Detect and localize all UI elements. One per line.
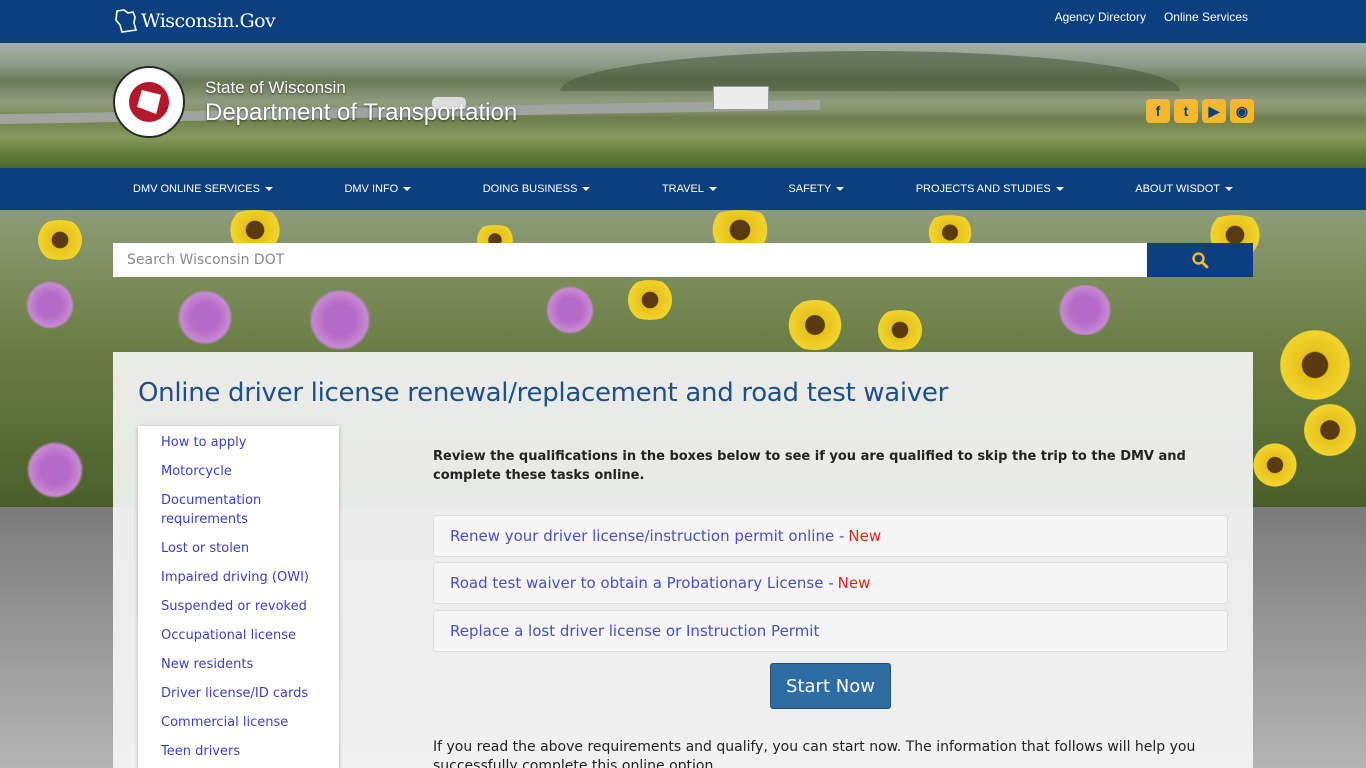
header-photo-truck (713, 86, 769, 110)
agency-directory-link[interactable]: Agency Directory (1055, 10, 1146, 24)
flower (1270, 330, 1360, 400)
top-bar: Wisconsin.Gov Agency Directory Online Se… (0, 0, 1366, 43)
new-badge: New (848, 527, 882, 545)
sidenav-suspended-or-revoked[interactable]: Suspended or revoked (161, 597, 339, 616)
accordion-label: Road test waiver to obtain a Probationar… (450, 574, 834, 592)
wisdot-seal-logo[interactable] (113, 66, 185, 138)
side-navigation: How to apply Motorcycle Documentation re… (138, 426, 339, 768)
flower (30, 220, 90, 260)
twitter-icon[interactable]: t (1174, 99, 1198, 123)
podcast-icon[interactable]: ◉ (1230, 99, 1254, 123)
nav-label: TRAVEL (661, 183, 704, 195)
nav-label: DMV INFO (344, 183, 399, 195)
nav-dmv-info[interactable]: DMV INFO (344, 183, 412, 195)
sidenav-occupational-license[interactable]: Occupational license (161, 626, 339, 645)
youtube-icon[interactable]: ▶ (1202, 99, 1226, 123)
top-links: Agency Directory Online Services (1055, 10, 1248, 24)
outro-text: If you read the above requirements and q… (433, 739, 1196, 768)
sidenav-commercial-license[interactable]: Commercial license (161, 713, 339, 732)
caret-down-icon (1225, 187, 1233, 191)
accordion-label: Renew your driver license/instruction pe… (450, 527, 845, 545)
caret-down-icon (708, 187, 717, 191)
caret-down-icon (1055, 187, 1064, 191)
nav-dmv-online-services[interactable]: DMV ONLINE SERVICES (133, 183, 273, 195)
accordion-replace-lost-license[interactable]: Replace a lost driver license or Instruc… (433, 610, 1228, 652)
flower (300, 290, 380, 350)
nav-label: PROJECTS AND STUDIES (915, 183, 1051, 195)
sidenav-teen-drivers[interactable]: Teen drivers (161, 742, 339, 761)
intro-text: Review the qualifications in the boxes b… (433, 449, 1186, 483)
accordion-label: Replace a lost driver license or Instruc… (450, 622, 820, 640)
page-title: Online driver license renewal/replacemen… (138, 378, 948, 408)
sidenav-how-to-apply[interactable]: How to apply (161, 433, 339, 452)
nav-about-wisdot[interactable]: ABOUT WISDOT (1135, 183, 1233, 195)
flower (20, 280, 80, 330)
accordion-renew-license[interactable]: Renew your driver license/instruction pe… (433, 515, 1228, 557)
flower (20, 440, 90, 500)
nav-travel[interactable]: TRAVEL (662, 183, 717, 195)
accordion-road-test-waiver[interactable]: Road test waiver to obtain a Probationar… (433, 562, 1228, 604)
sidenav-new-residents[interactable]: New residents (161, 655, 339, 674)
caret-down-icon (836, 187, 845, 191)
main-content: Online driver license renewal/replacemen… (113, 352, 1253, 768)
nav-doing-business[interactable]: DOING BUSINESS (483, 183, 591, 195)
online-services-link[interactable]: Online Services (1164, 10, 1248, 24)
flower (1050, 285, 1120, 335)
search-bar (113, 243, 1253, 277)
sidenav-driver-license-id-cards[interactable]: Driver license/ID cards (161, 684, 339, 703)
sidenav-lost-or-stolen[interactable]: Lost or stolen (161, 539, 339, 558)
wisconsin-gov-text: Wisconsin.Gov (141, 10, 276, 32)
caret-down-icon (582, 187, 591, 191)
flower (540, 285, 600, 335)
flower (1250, 440, 1300, 490)
search-button[interactable] (1147, 243, 1253, 277)
search-input[interactable] (113, 243, 1147, 277)
site-title[interactable]: Department of Transportation (205, 99, 517, 127)
nav-label: SAFETY (788, 183, 832, 195)
site-subtitle[interactable]: State of Wisconsin (205, 78, 346, 98)
header-photo-hills (560, 51, 1180, 91)
wisconsin-gov-logo[interactable]: Wisconsin.Gov (114, 6, 276, 36)
flower (170, 290, 240, 345)
flower (620, 280, 680, 320)
flower (870, 310, 930, 350)
nav-label: DOING BUSINESS (482, 183, 578, 195)
flower (780, 300, 850, 350)
social-links: f t ▶ ◉ (1146, 99, 1254, 123)
nav-safety[interactable]: SAFETY (788, 183, 845, 195)
start-now-button[interactable]: Start Now (770, 663, 891, 709)
nav-label: DMV ONLINE SERVICES (133, 183, 260, 195)
new-badge: New (837, 574, 871, 592)
sidenav-documentation-requirements[interactable]: Documentation requirements (161, 491, 301, 529)
facebook-icon[interactable]: f (1146, 99, 1170, 123)
nav-label: ABOUT WISDOT (1135, 183, 1220, 195)
wisconsin-map-icon (115, 9, 138, 33)
search-icon (1192, 252, 1209, 269)
sidenav-impaired-driving[interactable]: Impaired driving (OWI) (161, 568, 339, 587)
flower (1300, 400, 1360, 460)
sidenav-motorcycle[interactable]: Motorcycle (161, 462, 339, 481)
main-nav: DMV ONLINE SERVICES DMV INFO DOING BUSIN… (0, 168, 1366, 210)
nav-projects-and-studies[interactable]: PROJECTS AND STUDIES (916, 183, 1064, 195)
caret-down-icon (403, 187, 412, 191)
caret-down-icon (264, 187, 273, 191)
